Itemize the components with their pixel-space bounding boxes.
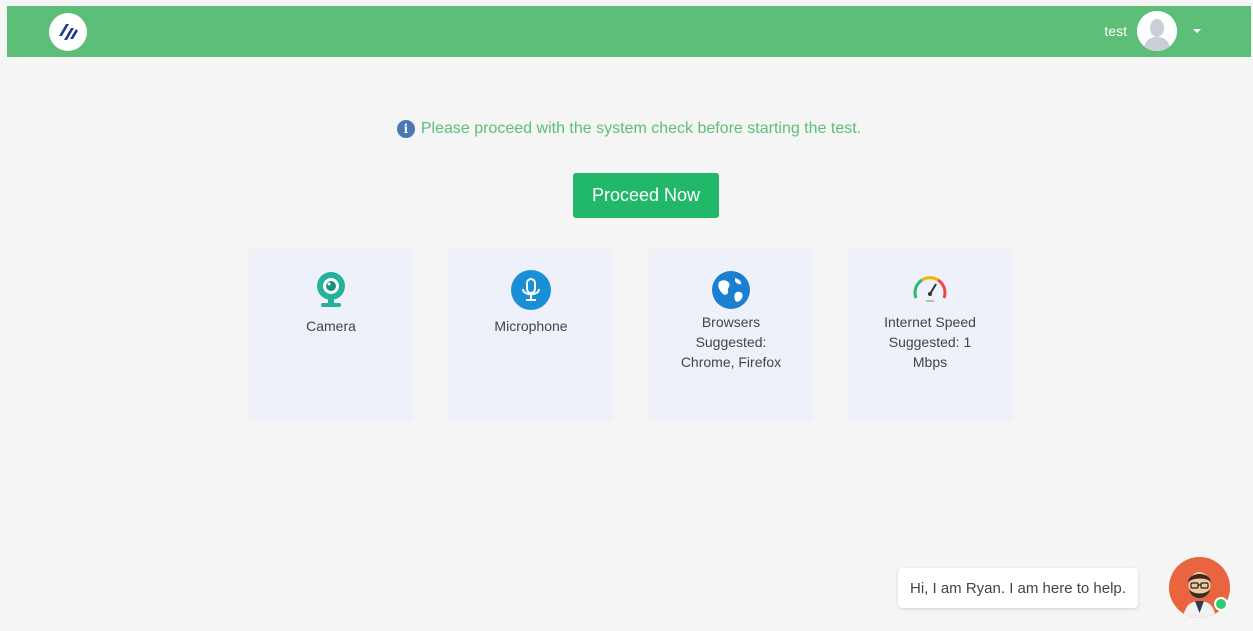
- check-card-camera: Camera: [249, 248, 413, 421]
- check-card-microphone: Microphone: [449, 248, 613, 421]
- app-logo[interactable]: [49, 13, 87, 51]
- globe-icon: [711, 270, 751, 310]
- online-status-indicator: [1214, 597, 1228, 611]
- user-silhouette-icon: [1137, 11, 1177, 51]
- check-card-browsers: Browsers Suggested: Chrome, Firefox: [649, 248, 813, 421]
- user-menu[interactable]: test: [1104, 11, 1201, 51]
- notice-text: Please proceed with the system check bef…: [420, 120, 862, 137]
- microphone-icon: [511, 270, 551, 310]
- chat-message[interactable]: Hi, I am Ryan. I am here to help.: [910, 580, 1126, 597]
- check-label: Internet Speed Suggested: 1 Mbps: [884, 314, 976, 370]
- speedometer-icon: [910, 270, 950, 310]
- page-frame: test i Please proceed with the system ch…: [7, 6, 1251, 631]
- check-label: Browsers Suggested: Chrome, Firefox: [680, 314, 782, 370]
- chat-greeting-bubble[interactable]: Hi, I am Ryan. I am here to help.: [898, 568, 1138, 608]
- webcam-icon: [311, 270, 351, 310]
- top-navbar: test: [7, 6, 1251, 57]
- check-card-internet-speed: Internet Speed Suggested: 1 Mbps: [848, 248, 1012, 421]
- system-check-notice: i Please proceed with the system check b…: [7, 120, 1251, 138]
- check-label: Microphone: [494, 318, 568, 334]
- logo-stripes-icon: [54, 18, 82, 46]
- chevron-down-icon[interactable]: [1193, 29, 1201, 33]
- proceed-now-button[interactable]: Proceed Now: [573, 173, 719, 218]
- user-name[interactable]: test: [1104, 23, 1127, 39]
- check-label: Camera: [306, 318, 356, 334]
- user-avatar[interactable]: [1137, 11, 1177, 51]
- info-icon: i: [396, 120, 415, 138]
